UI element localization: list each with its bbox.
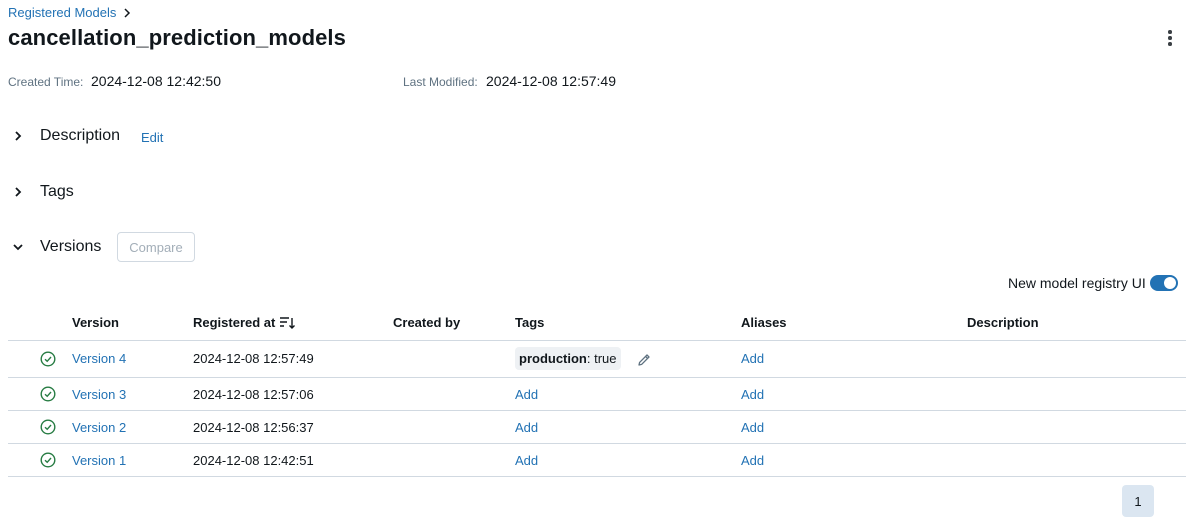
table-row: Version 4 2024-12-08 12:57:49 production… (8, 341, 1186, 378)
tag-key: production (519, 351, 587, 366)
description-section-label: Description (40, 127, 121, 144)
kebab-menu-icon[interactable] (1160, 28, 1180, 48)
sort-descending-icon[interactable] (279, 316, 296, 330)
breadcrumb: Registered Models (8, 5, 132, 20)
column-header-description: Description (967, 315, 1039, 330)
last-modified-value: 2024-12-08 12:57:49 (486, 73, 616, 89)
version-link[interactable]: Version 3 (72, 387, 126, 402)
tag-value: : true (586, 351, 617, 366)
compare-button[interactable]: Compare (117, 232, 195, 262)
table-row: Version 3 2024-12-08 12:57:06 Add Add (8, 378, 1186, 411)
last-modified-label: Last Modified: (403, 75, 478, 89)
versions-table: Version Registered at Created by Tags Al… (8, 305, 1186, 477)
version-link[interactable]: Version 1 (72, 453, 126, 468)
chevron-right-icon (15, 131, 22, 141)
registry-toggle-label: New model registry UI (1008, 275, 1146, 291)
created-time-value: 2024-12-08 12:42:50 (91, 73, 221, 89)
table-row: Version 1 2024-12-08 12:42:51 Add Add (8, 444, 1186, 477)
version-link[interactable]: Version 4 (72, 351, 126, 366)
aliases-add-link[interactable]: Add (741, 387, 764, 402)
check-circle-icon (40, 452, 56, 468)
versions-section-label: Versions (40, 238, 102, 255)
registered-at-cell: 2024-12-08 12:56:37 (193, 420, 314, 435)
column-header-created-by: Created by (393, 315, 461, 330)
tags-add-link[interactable]: Add (515, 453, 538, 468)
tags-section-header[interactable]: Tags (10, 183, 74, 201)
tags-add-link[interactable]: Add (515, 387, 538, 402)
breadcrumb-registered-models-link[interactable]: Registered Models (8, 5, 116, 20)
toggle-knob (1164, 277, 1176, 289)
check-circle-icon (40, 419, 56, 435)
versions-section-header[interactable]: Versions (10, 238, 101, 256)
column-header-registered-at-label: Registered at (193, 315, 276, 330)
description-edit-link[interactable]: Edit (141, 130, 163, 145)
aliases-add-link[interactable]: Add (741, 420, 764, 435)
check-circle-icon (40, 351, 56, 367)
column-header-registered-at[interactable]: Registered at (193, 315, 296, 330)
pencil-icon[interactable] (636, 352, 652, 368)
check-circle-icon (40, 386, 56, 402)
registered-at-cell: 2024-12-08 12:57:06 (193, 387, 314, 402)
description-section-header[interactable]: Description (10, 127, 120, 145)
created-time-label: Created Time: (8, 75, 84, 89)
tags-section-label: Tags (40, 183, 74, 200)
new-registry-ui-toggle[interactable] (1150, 275, 1178, 291)
aliases-add-link[interactable]: Add (741, 453, 764, 468)
aliases-add-link[interactable]: Add (741, 351, 764, 366)
column-header-aliases: Aliases (741, 315, 787, 330)
registered-at-cell: 2024-12-08 12:57:49 (193, 351, 314, 366)
page-title: cancellation_prediction_models (8, 25, 346, 50)
column-header-version[interactable]: Version (72, 315, 119, 330)
chevron-down-icon (13, 244, 23, 251)
chevron-right-icon (15, 187, 22, 197)
pagination-page-1[interactable]: 1 (1122, 485, 1154, 517)
tags-add-link[interactable]: Add (515, 420, 538, 435)
tag-chip: production: true (515, 347, 621, 370)
version-link[interactable]: Version 2 (72, 420, 126, 435)
column-header-tags: Tags (515, 315, 545, 330)
registered-at-cell: 2024-12-08 12:42:51 (193, 453, 314, 468)
chevron-right-icon (124, 7, 131, 18)
table-header: Version Registered at Created by Tags Al… (8, 305, 1186, 341)
table-row: Version 2 2024-12-08 12:56:37 Add Add (8, 411, 1186, 444)
